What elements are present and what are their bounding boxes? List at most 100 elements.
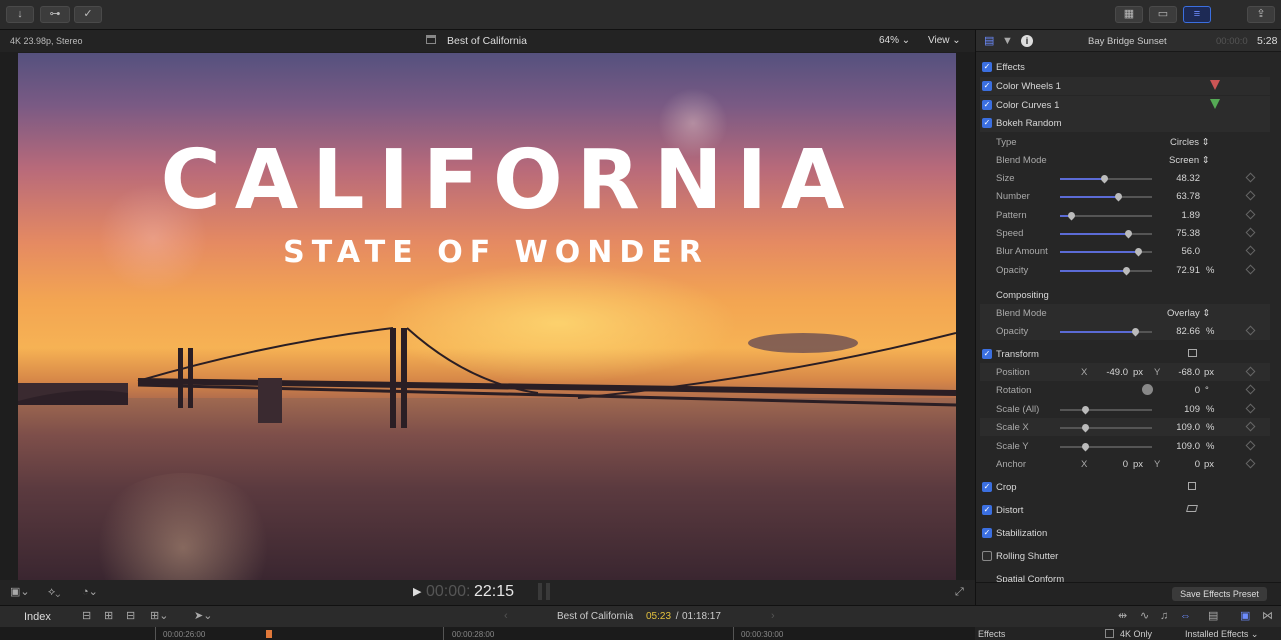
view-menu[interactable]: View ⌄ (928, 35, 961, 46)
effect-checkbox[interactable]: ✓ (982, 118, 992, 128)
param-value[interactable]: 82.66 (1170, 326, 1200, 337)
transform-header[interactable]: ✓ Transform (980, 345, 1270, 363)
transitions-browser-icon[interactable]: ⋈ (1262, 610, 1273, 622)
slider-knob[interactable] (1080, 422, 1091, 433)
play-icon[interactable]: ▶ (413, 586, 421, 598)
keyframe-icon[interactable] (1245, 227, 1256, 238)
onscreen-control-icon[interactable] (1188, 349, 1197, 357)
rolling-shutter-checkbox[interactable] (982, 551, 992, 561)
skimming-icon[interactable]: ⇹ (1118, 610, 1127, 622)
save-effects-preset-button[interactable]: Save Effects Preset (1172, 587, 1267, 601)
effect-color-wheels[interactable]: ✓ Color Wheels 1 (980, 77, 1270, 95)
param-value[interactable]: 109.0 (1170, 422, 1200, 433)
installed-effects-menu[interactable]: Installed Effects ⌄ (1185, 629, 1258, 640)
keyframe-icon[interactable] (1245, 384, 1256, 395)
video-viewer[interactable]: CALIFORNIA STATE OF WONDER (18, 53, 956, 580)
crop-menu-icon[interactable]: ⟡⌄ (48, 586, 60, 598)
slider-knob[interactable] (1099, 173, 1110, 184)
keyframe-icon[interactable] (1245, 172, 1256, 183)
param-slider[interactable] (1060, 228, 1152, 239)
param-value[interactable]: 63.78 (1170, 191, 1200, 202)
scale-slider[interactable] (1060, 422, 1152, 433)
snapping-icon[interactable]: ⇔ (1180, 610, 1191, 622)
slider-knob[interactable] (1080, 441, 1091, 452)
color-board-icon[interactable] (1210, 99, 1220, 109)
speed-menu-icon[interactable]: ◔⌄ (82, 586, 98, 598)
stabilization-checkbox[interactable]: ✓ (982, 528, 992, 538)
keyframe-icon[interactable] (1245, 366, 1256, 377)
select-tool-icon[interactable]: ➤⌄ (194, 610, 212, 622)
keyword-button[interactable]: ⊶ (40, 6, 70, 23)
headphones-icon[interactable]: ♫ (1160, 610, 1168, 622)
distort-checkbox[interactable]: ✓ (982, 505, 992, 515)
param-value[interactable]: 75.38 (1170, 228, 1200, 239)
scale-slider[interactable] (1060, 441, 1152, 452)
keyframe-icon[interactable] (1245, 440, 1256, 451)
param-slider[interactable] (1060, 173, 1152, 184)
param-value[interactable]: 48.32 (1170, 173, 1200, 184)
effect-checkbox[interactable]: ✓ (982, 81, 992, 91)
back-icon[interactable]: ‹ (504, 610, 508, 622)
keyframe-icon[interactable] (1245, 209, 1256, 220)
zoom-menu[interactable]: 64% ⌄ (879, 35, 910, 46)
slider-knob[interactable] (1130, 326, 1141, 337)
param-slider[interactable] (1060, 210, 1152, 221)
param-value[interactable]: 109 (1170, 404, 1200, 415)
effect-color-curves[interactable]: ✓ Color Curves 1 (980, 96, 1270, 114)
keyframe-icon[interactable] (1245, 421, 1256, 432)
4k-only-checkbox[interactable] (1105, 629, 1114, 638)
clip-appearance-icon[interactable]: ▤ (1208, 610, 1218, 622)
effects-browser-icon[interactable]: ▣ (1240, 610, 1250, 622)
position-x-value[interactable]: -49.0 (1098, 367, 1128, 378)
param-value[interactable]: 109.0 (1170, 441, 1200, 452)
effects-section-header[interactable]: ✓ Effects (980, 58, 1270, 76)
info-icon[interactable]: i (1021, 35, 1033, 47)
slider-knob[interactable] (1123, 228, 1134, 239)
slider-knob[interactable] (1121, 265, 1132, 275)
keyframe-icon[interactable] (1245, 325, 1256, 336)
color-inspector-icon[interactable]: ▼ (1002, 35, 1013, 47)
crop-checkbox[interactable]: ✓ (982, 482, 992, 492)
insert-clip-icon[interactable]: ⊞ (104, 610, 113, 622)
import-button[interactable]: ↓ (6, 6, 34, 23)
effect-bokeh-random[interactable]: ✓ Bokeh Random (980, 114, 1270, 132)
forward-icon[interactable]: › (771, 610, 775, 622)
bokeh-type-select[interactable]: Circles ⇕ (1170, 137, 1210, 148)
audio-skimming-icon[interactable]: ∿ (1140, 610, 1149, 622)
connect-clip-icon[interactable]: ⊟ (82, 610, 91, 622)
slider-knob[interactable] (1080, 404, 1091, 415)
browser-toggle[interactable]: ▦ (1115, 6, 1143, 23)
transform-menu-icon[interactable]: ▣⌄ (10, 586, 30, 598)
share-button[interactable]: ⇪ (1247, 6, 1275, 23)
scale-slider[interactable] (1060, 404, 1152, 415)
overwrite-clip-icon[interactable]: ⊞⌄ (150, 610, 168, 622)
timeline-ruler[interactable]: 00:00:26:00 00:00:28:00 00:00:30:00 (0, 627, 975, 640)
keyframe-icon[interactable] (1245, 264, 1256, 274)
bokeh-blend-select[interactable]: Screen ⇕ (1169, 155, 1210, 166)
rotation-dial[interactable] (1142, 384, 1153, 395)
compositing-blend-select[interactable]: Overlay ⇕ (1167, 308, 1210, 319)
timeline-toggle[interactable]: ▭ (1149, 6, 1177, 23)
index-button[interactable]: Index (24, 611, 51, 623)
anchor-x-value[interactable]: 0 (1098, 459, 1128, 470)
param-value[interactable]: 72.91 (1170, 265, 1200, 276)
inspector-toggle[interactable]: ≡ (1183, 6, 1211, 23)
distort-row[interactable]: ✓ Distort (980, 501, 1270, 519)
stabilization-row[interactable]: ✓ Stabilization (980, 524, 1270, 542)
param-value[interactable]: 56.0 (1170, 246, 1201, 257)
effects-checkbox[interactable]: ✓ (982, 62, 992, 72)
slider-knob[interactable] (1066, 210, 1077, 221)
crop-icon[interactable] (1188, 482, 1196, 490)
background-tasks-button[interactable]: ✓ (74, 6, 102, 23)
param-value[interactable]: 0 (1170, 385, 1200, 396)
opacity-slider[interactable] (1060, 326, 1152, 337)
keyframe-icon[interactable] (1245, 245, 1256, 256)
slider-knob[interactable] (1133, 246, 1144, 257)
position-y-value[interactable]: -68.0 (1170, 367, 1200, 378)
keyframe-icon[interactable] (1245, 458, 1256, 469)
anchor-y-value[interactable]: 0 (1170, 459, 1200, 470)
fullscreen-icon[interactable]: ⤢ (955, 586, 964, 598)
crop-row[interactable]: ✓ Crop (980, 478, 1270, 496)
effect-checkbox[interactable]: ✓ (982, 100, 992, 110)
transform-checkbox[interactable]: ✓ (982, 349, 992, 359)
